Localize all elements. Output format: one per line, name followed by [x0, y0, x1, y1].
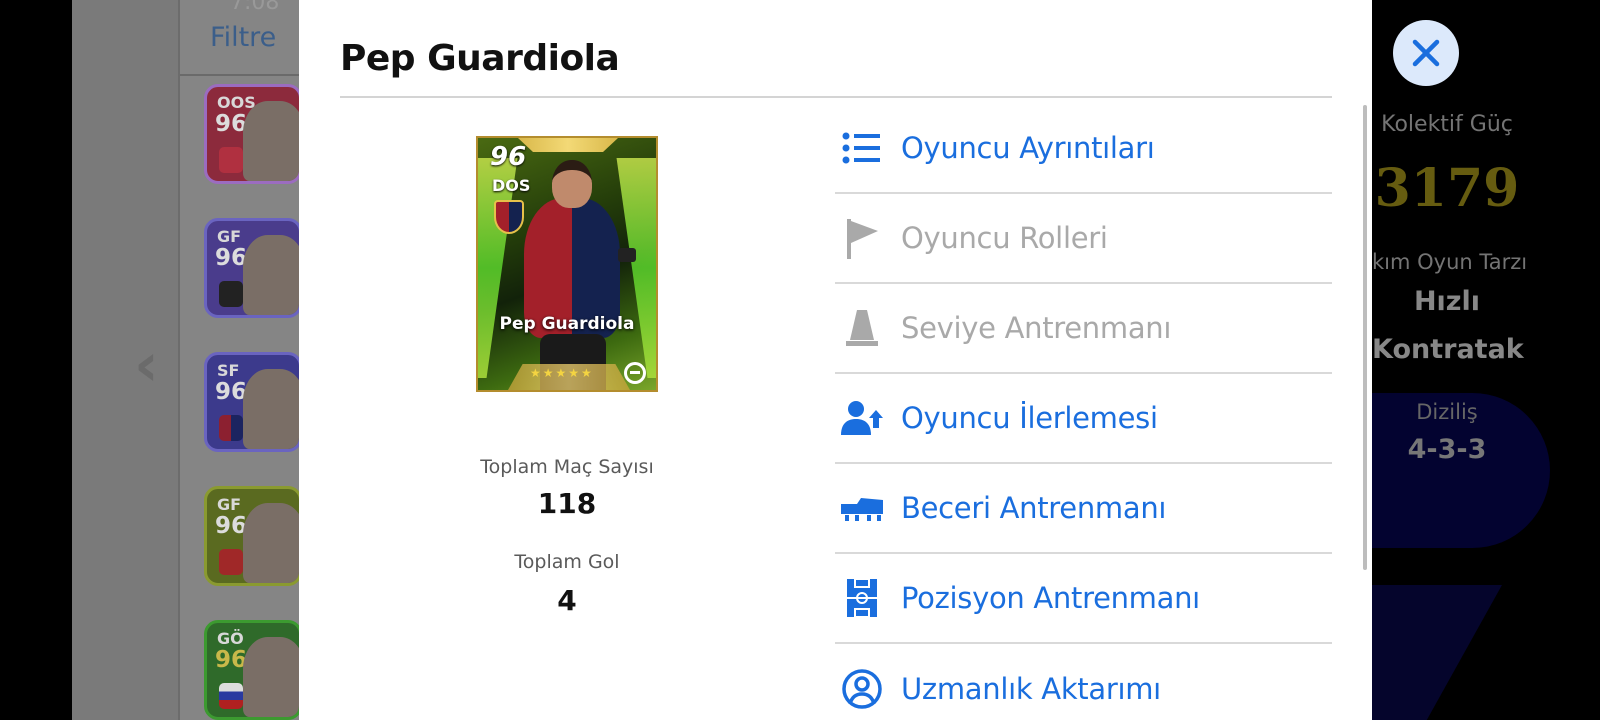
club-badge-icon [219, 415, 243, 441]
player-action-modal: Pep Guardiola 96 DOS Pep Guardiola ★★★★★… [299, 0, 1372, 720]
player-position: SF [217, 361, 240, 380]
close-button[interactable] [1393, 20, 1459, 86]
player-progress-icon [839, 395, 885, 441]
card-frame [518, 138, 618, 152]
menu-item-level-training[interactable]: Seviye Antrenmanı [835, 284, 1332, 374]
list-player-card[interactable]: GF 96 [204, 218, 302, 318]
play-style-value: Hızlı [1413, 286, 1481, 317]
player-image [552, 160, 592, 208]
card-player-name: Pep Guardiola [499, 314, 635, 334]
club-badge-icon [219, 281, 243, 307]
player-portrait [243, 101, 299, 181]
club-badge-icon [494, 200, 524, 234]
close-icon [1412, 39, 1440, 67]
play-style-value: Kontratak [1372, 334, 1524, 365]
background-team-panel: Kolektif Güç 3179 kım Oyun Tarzı Hızlı K… [1372, 0, 1600, 720]
team-power-label: Kolektif Güç [1381, 112, 1513, 137]
card-rating: 96 [490, 142, 527, 172]
decorative-shape [1372, 585, 1502, 720]
menu-item-position-training[interactable]: Pozisyon Antrenmanı [835, 554, 1332, 644]
player-card[interactable]: 96 DOS Pep Guardiola ★★★★★ [476, 136, 658, 392]
player-position: GF [217, 495, 242, 514]
screen: ‹ 7:08 Filtre OOS 96 GF 96 SF 96 GF 96 G… [0, 0, 1600, 720]
menu-item-player-details[interactable]: Oyuncu Ayrıntıları [835, 104, 1332, 194]
chevron-left-icon: ‹ [134, 330, 159, 400]
menu-item-label: Oyuncu Ayrıntıları [901, 131, 1155, 165]
menu-item-skill-training[interactable]: Beceri Antrenmanı [835, 464, 1332, 554]
team-power-value: 3179 [1374, 158, 1520, 219]
captain-armband [618, 248, 636, 262]
play-style-label: kım Oyun Tarzı [1372, 250, 1528, 274]
flag-icon [839, 215, 885, 261]
modal-title: Pep Guardiola [340, 38, 620, 79]
card-position: DOS [492, 176, 531, 195]
divider [340, 96, 1332, 98]
list-player-card[interactable]: GÖ 96 [204, 620, 302, 720]
formation-label: Diziliş [1416, 400, 1478, 424]
flag-icon [219, 683, 243, 709]
menu-item-label: Seviye Antrenmanı [901, 311, 1172, 345]
menu-item-expertise-transfer[interactable]: Uzmanlık Aktarımı [835, 644, 1332, 720]
formation-value: 4-3-3 [1407, 434, 1487, 465]
player-portrait [243, 235, 299, 315]
card-glow [616, 158, 656, 378]
scrollbar[interactable] [1363, 105, 1367, 570]
menu-item-label: Oyuncu İlerlemesi [901, 401, 1158, 435]
list-player-card[interactable]: GF 96 [204, 486, 302, 586]
filter-button[interactable]: Filtre [210, 22, 276, 53]
list-player-card[interactable]: SF 96 [204, 352, 302, 452]
pitch-icon [839, 575, 885, 621]
menu-item-label: Oyuncu Rolleri [901, 221, 1108, 255]
club-badge-icon [219, 147, 243, 173]
total-goals-label: Toplam Gol [514, 551, 620, 573]
expertise-transfer-icon [839, 666, 885, 712]
player-portrait [243, 503, 299, 583]
list-icon [839, 125, 885, 171]
player-portrait [243, 637, 299, 717]
cone-icon [839, 305, 885, 351]
club-badge-icon [219, 549, 243, 575]
background-sidebar: ‹ [72, 0, 180, 720]
menu-item-player-progress[interactable]: Oyuncu İlerlemesi [835, 374, 1332, 464]
total-matches-label: Toplam Maç Sayısı [480, 456, 654, 478]
player-action-menu: Oyuncu Ayrıntıları Oyuncu Rolleri Seviye… [835, 104, 1332, 720]
player-position: GF [217, 227, 242, 246]
list-player-card[interactable]: OOS 96 [204, 84, 302, 184]
menu-item-player-roles[interactable]: Oyuncu Rolleri [835, 194, 1332, 284]
efootball-logo-icon [624, 362, 646, 384]
player-portrait [243, 369, 299, 449]
total-matches-value: 118 [537, 487, 597, 520]
menu-item-label: Pozisyon Antrenmanı [901, 581, 1200, 615]
player-position: GÖ [217, 629, 244, 648]
card-stars: ★★★★★ [530, 366, 594, 380]
boot-icon [839, 485, 885, 531]
menu-item-label: Uzmanlık Aktarımı [901, 672, 1161, 706]
menu-item-label: Beceri Antrenmanı [901, 491, 1167, 525]
total-goals-value: 4 [557, 584, 577, 617]
status-time: 7:08 [230, 0, 280, 15]
